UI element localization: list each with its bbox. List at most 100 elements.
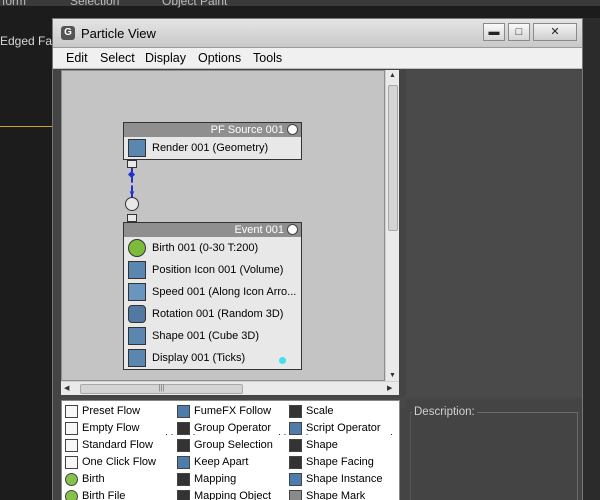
depot-item-birth[interactable]: Birth <box>64 471 105 488</box>
description-panel: Description: <box>406 399 582 500</box>
script-operator-icon <box>289 422 302 435</box>
operator-row-birth[interactable]: Birth 001 (0-30 T:200) <box>124 237 301 259</box>
scale-icon <box>289 405 302 418</box>
menu-edit[interactable]: Edit <box>66 51 88 65</box>
depot-item-keep-apart[interactable]: Keep Apart <box>176 454 248 471</box>
speed-icon <box>128 283 146 301</box>
depot-item-shape[interactable]: Shape <box>288 437 338 454</box>
flow-icon <box>65 405 78 418</box>
operator-label: Display 001 (Ticks) <box>152 352 246 364</box>
birth-icon <box>65 473 78 486</box>
shape-instance-icon <box>289 473 302 486</box>
event-node[interactable]: Event 001 Birth 001 (0-30 T:200) Positio… <box>123 222 302 370</box>
event-title: Event 001 <box>234 224 284 236</box>
mapping-icon <box>177 473 190 486</box>
lightbulb-icon[interactable] <box>287 224 298 235</box>
keep-apart-icon <box>177 456 190 469</box>
event-input-stub <box>127 214 137 222</box>
ribbon-tab-object-paint[interactable]: Object Paint <box>162 0 227 8</box>
birth-file-icon <box>65 490 78 500</box>
depot-item-birth-file[interactable]: Birth File <box>64 488 125 500</box>
command-panel-edge <box>582 18 600 500</box>
vertical-scroll-thumb[interactable] <box>388 85 398 231</box>
display-icon <box>128 349 146 367</box>
operator-label: Rotation 001 (Random 3D) <box>152 308 284 320</box>
operator-row-speed[interactable]: Speed 001 (Along Icon Arro... <box>124 281 301 303</box>
operator-label: Speed 001 (Along Icon Arro... <box>152 286 297 298</box>
shape-icon <box>128 327 146 345</box>
event-header[interactable]: Event 001 <box>124 223 301 237</box>
group-operator-icon <box>177 422 190 435</box>
operator-row-shape[interactable]: Shape 001 (Cube 3D) <box>124 325 301 347</box>
fumefx-follow-icon <box>177 405 190 418</box>
particle-view-window: G Particle View ▬ □ ✕ Edit Select Displa… <box>52 18 583 500</box>
operator-label: Birth 001 (0-30 T:200) <box>152 242 259 254</box>
shape-mark-icon <box>289 490 302 500</box>
ribbon-tab-selection[interactable]: Selection <box>70 0 119 8</box>
depot-item-mapping[interactable]: Mapping <box>176 471 236 488</box>
source-output-socket[interactable] <box>127 160 137 168</box>
scroll-up-icon[interactable]: ▲ <box>389 72 396 79</box>
display-color-swatch <box>279 357 286 364</box>
depot-item-shape-mark[interactable]: Shape Mark <box>288 488 365 500</box>
wire-dot-marker <box>127 170 136 179</box>
event-display-graph[interactable]: PF Source 001 Render 001 (Geometry) ▼ Ev… <box>61 70 385 381</box>
depot-item-scale[interactable]: Scale <box>288 403 334 420</box>
shape-icon <box>289 439 302 452</box>
pf-source-title: PF Source 001 <box>210 124 284 136</box>
depot-item-shape-facing[interactable]: Shape Facing <box>288 454 374 471</box>
flow-icon <box>65 439 78 452</box>
ribbon-tab-form[interactable]: form <box>2 0 26 8</box>
app-icon: G <box>61 26 75 40</box>
scroll-right-icon[interactable]: ▶ <box>387 384 392 392</box>
column-separator-dots: · <box>390 429 393 439</box>
operator-label: Render 001 (Geometry) <box>152 142 269 154</box>
depot-item-shape-instance[interactable]: Shape Instance <box>288 471 382 488</box>
close-button[interactable]: ✕ <box>533 23 577 41</box>
description-label: Description: <box>412 406 477 418</box>
graph-horizontal-scrollbar[interactable]: ◀ ||| ▶ <box>61 381 399 395</box>
depot-item-fumefx-follow[interactable]: FumeFX Follow <box>176 403 271 420</box>
pf-source-header[interactable]: PF Source 001 <box>124 123 301 137</box>
description-frame <box>410 412 578 500</box>
group-selection-icon <box>177 439 190 452</box>
scroll-left-icon[interactable]: ◀ <box>64 384 69 392</box>
birth-icon <box>128 239 146 257</box>
shape-facing-icon <box>289 456 302 469</box>
pf-source-node[interactable]: PF Source 001 Render 001 (Geometry) <box>123 122 302 160</box>
depot-item-script-operator[interactable]: Script Operator <box>288 420 381 437</box>
depot-item-mapping-object[interactable]: Mapping Object <box>176 488 271 500</box>
graph-vertical-scrollbar[interactable]: ▲ ▼ <box>385 70 399 381</box>
depot-item-group-operator[interactable]: Group Operator <box>176 420 271 437</box>
depot-item-preset-flow[interactable]: Preset Flow <box>64 403 140 420</box>
horizontal-scroll-thumb[interactable]: ||| <box>80 384 243 394</box>
depot-item-one-click-flow[interactable]: One Click Flow <box>64 454 156 471</box>
menu-select[interactable]: Select <box>100 51 135 65</box>
menu-tools[interactable]: Tools <box>253 51 282 65</box>
operator-row-rotation[interactable]: Rotation 001 (Random 3D) <box>124 303 301 325</box>
render-teapot-icon <box>128 139 146 157</box>
operator-row-render[interactable]: Render 001 (Geometry) <box>124 137 301 159</box>
operator-label: Shape 001 (Cube 3D) <box>152 330 260 342</box>
menu-display[interactable]: Display <box>145 51 186 65</box>
depot-list[interactable]: Preset Flow Empty Flow Standard Flow One… <box>61 400 400 500</box>
flow-icon <box>65 456 78 469</box>
minimize-button[interactable]: ▬ <box>483 23 505 41</box>
parameters-panel[interactable] <box>406 70 582 408</box>
depot-item-standard-flow[interactable]: Standard Flow <box>64 437 153 454</box>
scroll-down-icon[interactable]: ▼ <box>389 372 396 379</box>
event-input-socket[interactable] <box>125 197 139 211</box>
menu-bar: Edit Select Display Options Tools <box>53 48 582 69</box>
maximize-button[interactable]: □ <box>508 23 530 41</box>
lightbulb-icon[interactable] <box>287 124 298 135</box>
operator-label: Position Icon 001 (Volume) <box>152 264 284 276</box>
mapping-object-icon <box>177 490 190 500</box>
depot-item-empty-flow[interactable]: Empty Flow <box>64 420 139 437</box>
menu-options[interactable]: Options <box>198 51 241 65</box>
flow-icon <box>65 422 78 435</box>
window-titlebar[interactable]: G Particle View ▬ □ ✕ <box>53 19 582 48</box>
operator-row-position-icon[interactable]: Position Icon 001 (Volume) <box>124 259 301 281</box>
depot-item-group-selection[interactable]: Group Selection <box>176 437 273 454</box>
window-title: Particle View <box>81 26 156 41</box>
operator-row-display[interactable]: Display 001 (Ticks) <box>124 347 301 369</box>
